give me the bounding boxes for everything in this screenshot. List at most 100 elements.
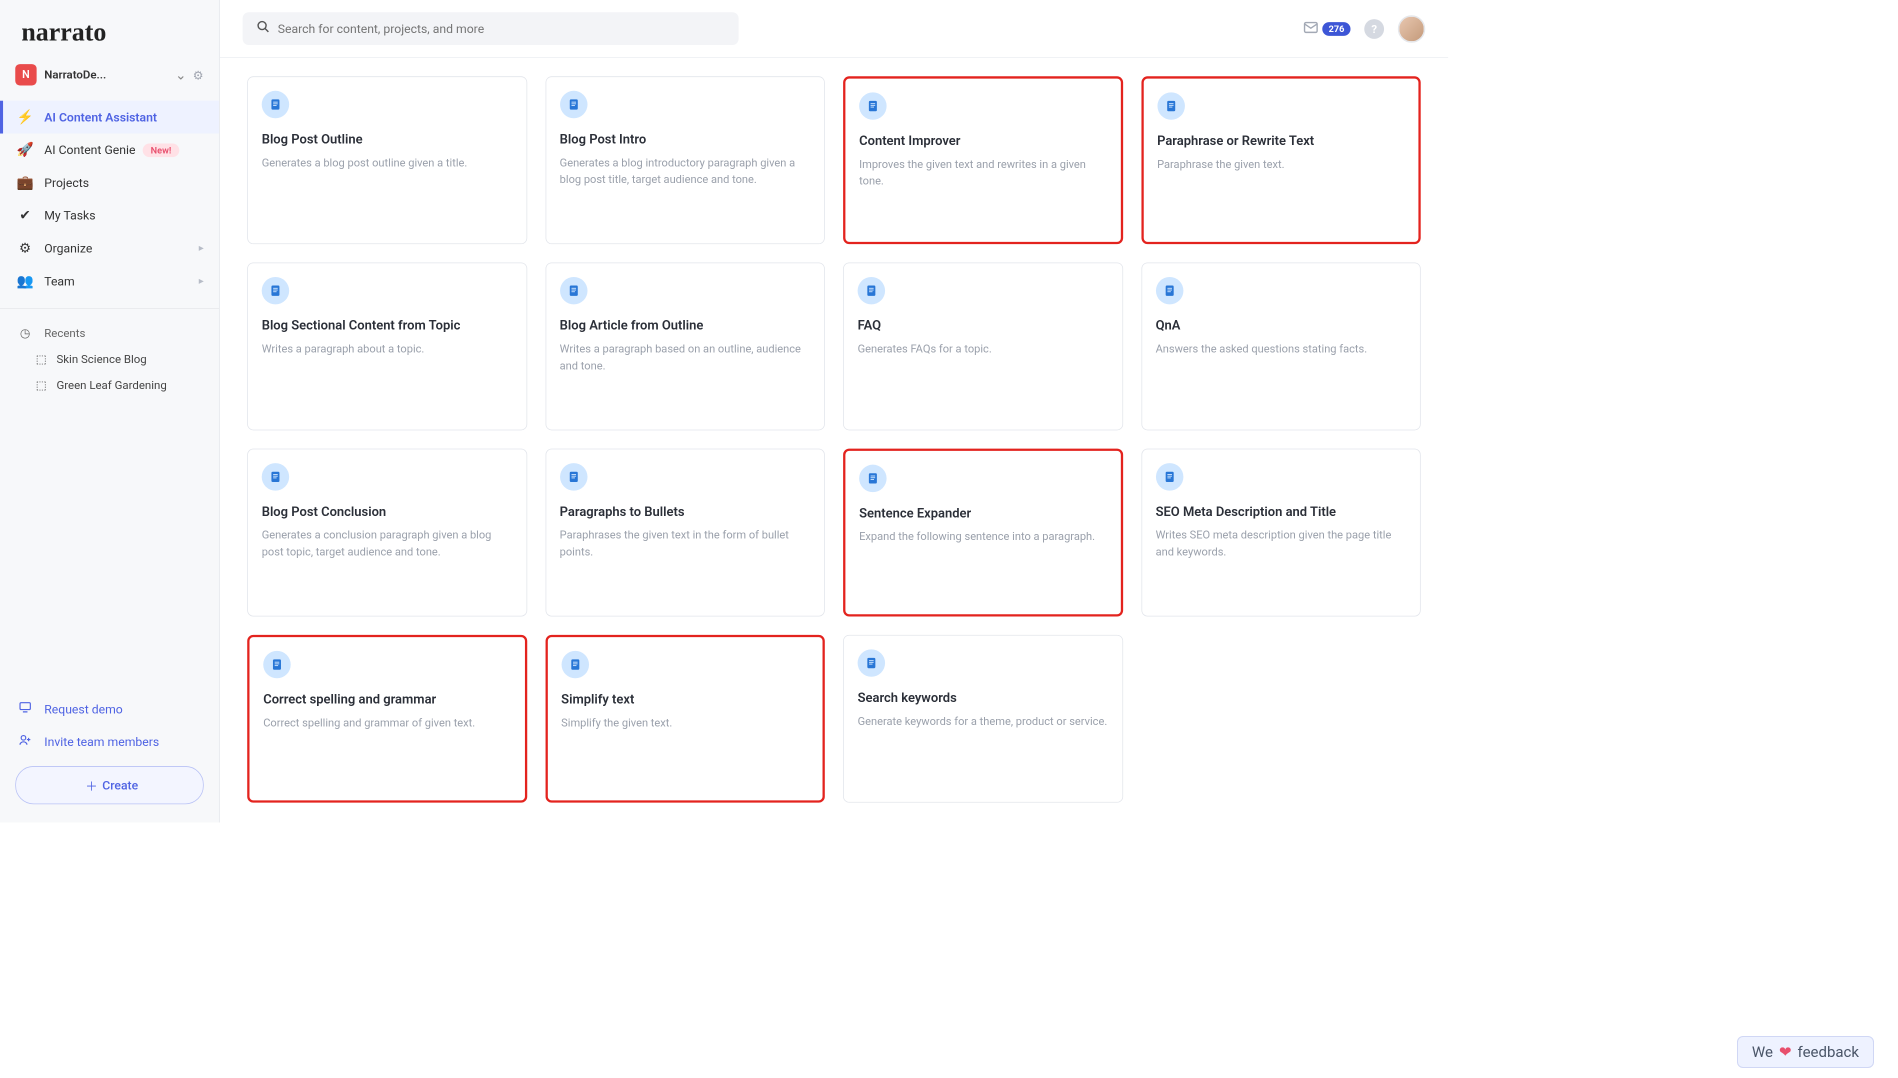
template-card[interactable]: Blog Article from Outline Writes a parag… (545, 262, 825, 430)
link-icon (15, 733, 35, 751)
sidebar-bottom: Request demo Invite team members ＋ Create (0, 685, 219, 822)
nav-label: AI Content Genie (44, 143, 135, 157)
mail-button[interactable]: 276 (1303, 19, 1351, 39)
chevron-right-icon: ▸ (199, 243, 204, 254)
document-icon (859, 92, 886, 119)
card-title: Correct spelling and grammar (263, 692, 511, 707)
help-icon[interactable]: ? (1364, 19, 1384, 39)
document-icon (1156, 277, 1183, 304)
chevron-down-icon[interactable]: ⌄ (175, 67, 187, 83)
card-title: Sentence Expander (859, 506, 1107, 521)
cards-grid: Blog Post Outline Generates a blog post … (247, 76, 1420, 802)
template-card[interactable]: SEO Meta Description and Title Writes SE… (1141, 449, 1421, 617)
recents-header: ◷ Recents (0, 315, 219, 346)
recent-item[interactable]: ⬚ Green Leaf Gardening (0, 372, 219, 398)
nav-icon: ✔ (15, 208, 35, 224)
card-title: Search keywords (858, 691, 1109, 706)
topbar: 276 ? (220, 0, 1448, 58)
logo: narrato (0, 0, 219, 58)
card-title: QnA (1156, 318, 1407, 333)
template-card[interactable]: QnA Answers the asked questions stating … (1141, 262, 1421, 430)
avatar[interactable] (1398, 15, 1425, 42)
feedback-button[interactable]: We ❤ feedback (1737, 1036, 1874, 1068)
search-input[interactable] (278, 21, 725, 35)
feedback-suffix: feedback (1798, 1043, 1859, 1061)
nav-item-my-tasks[interactable]: ✔ My Tasks (0, 199, 219, 232)
document-icon (560, 463, 587, 490)
template-card[interactable]: Blog Post Intro Generates a blog introdu… (545, 76, 825, 244)
template-card[interactable]: Blog Post Conclusion Generates a conclus… (247, 449, 527, 617)
template-card[interactable]: Search keywords Generate keywords for a … (843, 635, 1123, 803)
search[interactable] (243, 12, 739, 45)
template-card[interactable]: FAQ Generates FAQs for a topic. (843, 262, 1123, 430)
mail-badge: 276 (1323, 22, 1351, 36)
nav-item-ai-content-assistant[interactable]: ⚡ AI Content Assistant (0, 101, 219, 134)
create-label: Create (102, 778, 138, 792)
template-card[interactable]: Sentence Expander Expand the following s… (843, 449, 1123, 617)
card-description: Writes a paragraph based on an outline, … (560, 341, 811, 374)
nav-label: My Tasks (44, 208, 95, 222)
card-description: Writes SEO meta description given the pa… (1156, 527, 1407, 560)
feedback-prefix: We (1752, 1043, 1773, 1061)
nav-item-ai-content-genie[interactable]: 🚀 AI Content Genie New! (0, 134, 219, 167)
card-description: Correct spelling and grammar of given te… (263, 715, 511, 732)
heart-icon: ❤ (1779, 1043, 1792, 1061)
nav-icon: ⚙ (15, 240, 35, 256)
nav-icon: ⚡ (15, 109, 35, 125)
bottom-link-request-demo[interactable]: Request demo (15, 693, 203, 726)
gear-icon[interactable]: ⚙ (193, 68, 204, 82)
card-title: FAQ (858, 318, 1109, 333)
card-title: Blog Article from Outline (560, 318, 811, 333)
recent-label: Green Leaf Gardening (56, 378, 166, 392)
template-card[interactable]: Simplify text Simplify the given text. (545, 635, 825, 803)
nav-item-team[interactable]: 👥 Team ▸ (0, 265, 219, 298)
card-description: Generates FAQs for a topic. (858, 341, 1109, 358)
plus-icon: ＋ (85, 776, 97, 794)
document-icon (858, 649, 885, 676)
workspace-initial: N (15, 64, 36, 85)
workspace-name: NarratoDe... (44, 68, 175, 82)
card-description: Expand the following sentence into a par… (859, 529, 1107, 546)
card-description: Improves the given text and rewrites in … (859, 156, 1107, 189)
nav-icon: 💼 (15, 175, 35, 191)
document-icon (561, 651, 588, 678)
recents-label: Recents (44, 326, 85, 340)
content: Blog Post Outline Generates a blog post … (220, 58, 1448, 821)
card-title: SEO Meta Description and Title (1156, 504, 1407, 519)
template-card[interactable]: Correct spelling and grammar Correct spe… (247, 635, 527, 803)
document-icon (1156, 463, 1183, 490)
card-description: Paraphrase the given text. (1157, 156, 1405, 173)
template-card[interactable]: Paragraphs to Bullets Paraphrases the gi… (545, 449, 825, 617)
link-label: Request demo (44, 702, 122, 716)
link-label: Invite team members (44, 735, 159, 749)
document-icon (262, 91, 289, 118)
clock-icon: ◷ (15, 326, 35, 340)
recent-item[interactable]: ⬚Skin Science Blog (0, 346, 219, 372)
card-title: Simplify text (561, 692, 809, 707)
template-card[interactable]: Blog Post Outline Generates a blog post … (247, 76, 527, 244)
nav-label: AI Content Assistant (44, 110, 157, 124)
document-icon (560, 91, 587, 118)
card-title: Content Improver (859, 134, 1107, 149)
document-icon (262, 463, 289, 490)
main-nav: ⚡ AI Content Assistant 🚀 AI Content Geni… (0, 96, 219, 302)
document-icon (858, 277, 885, 304)
workspace-selector[interactable]: N NarratoDe... ⌄ ⚙ (0, 58, 219, 96)
create-button[interactable]: ＋ Create (15, 766, 203, 804)
template-card[interactable]: Content Improver Improves the given text… (843, 76, 1123, 244)
top-right: 276 ? (1303, 15, 1426, 42)
card-title: Blog Sectional Content from Topic (262, 318, 513, 333)
card-description: Generates a blog post outline given a ti… (262, 155, 513, 172)
nav-item-organize[interactable]: ⚙ Organize ▸ (0, 232, 219, 265)
chevron-right-icon: ▸ (199, 275, 204, 286)
template-card[interactable]: Blog Sectional Content from Topic Writes… (247, 262, 527, 430)
bottom-link-invite-team-members[interactable]: Invite team members (15, 726, 203, 759)
document-icon (263, 651, 290, 678)
nav-item-projects[interactable]: 💼 Projects (0, 166, 219, 199)
new-badge: New! (143, 143, 179, 157)
document-icon (560, 277, 587, 304)
template-card[interactable]: Paraphrase or Rewrite Text Paraphrase th… (1141, 76, 1421, 244)
card-description: Simplify the given text. (561, 715, 809, 732)
main: 276 ? Blog Post Outline Generates a blog… (220, 0, 1448, 823)
cube-icon: ⬚ (34, 378, 49, 392)
